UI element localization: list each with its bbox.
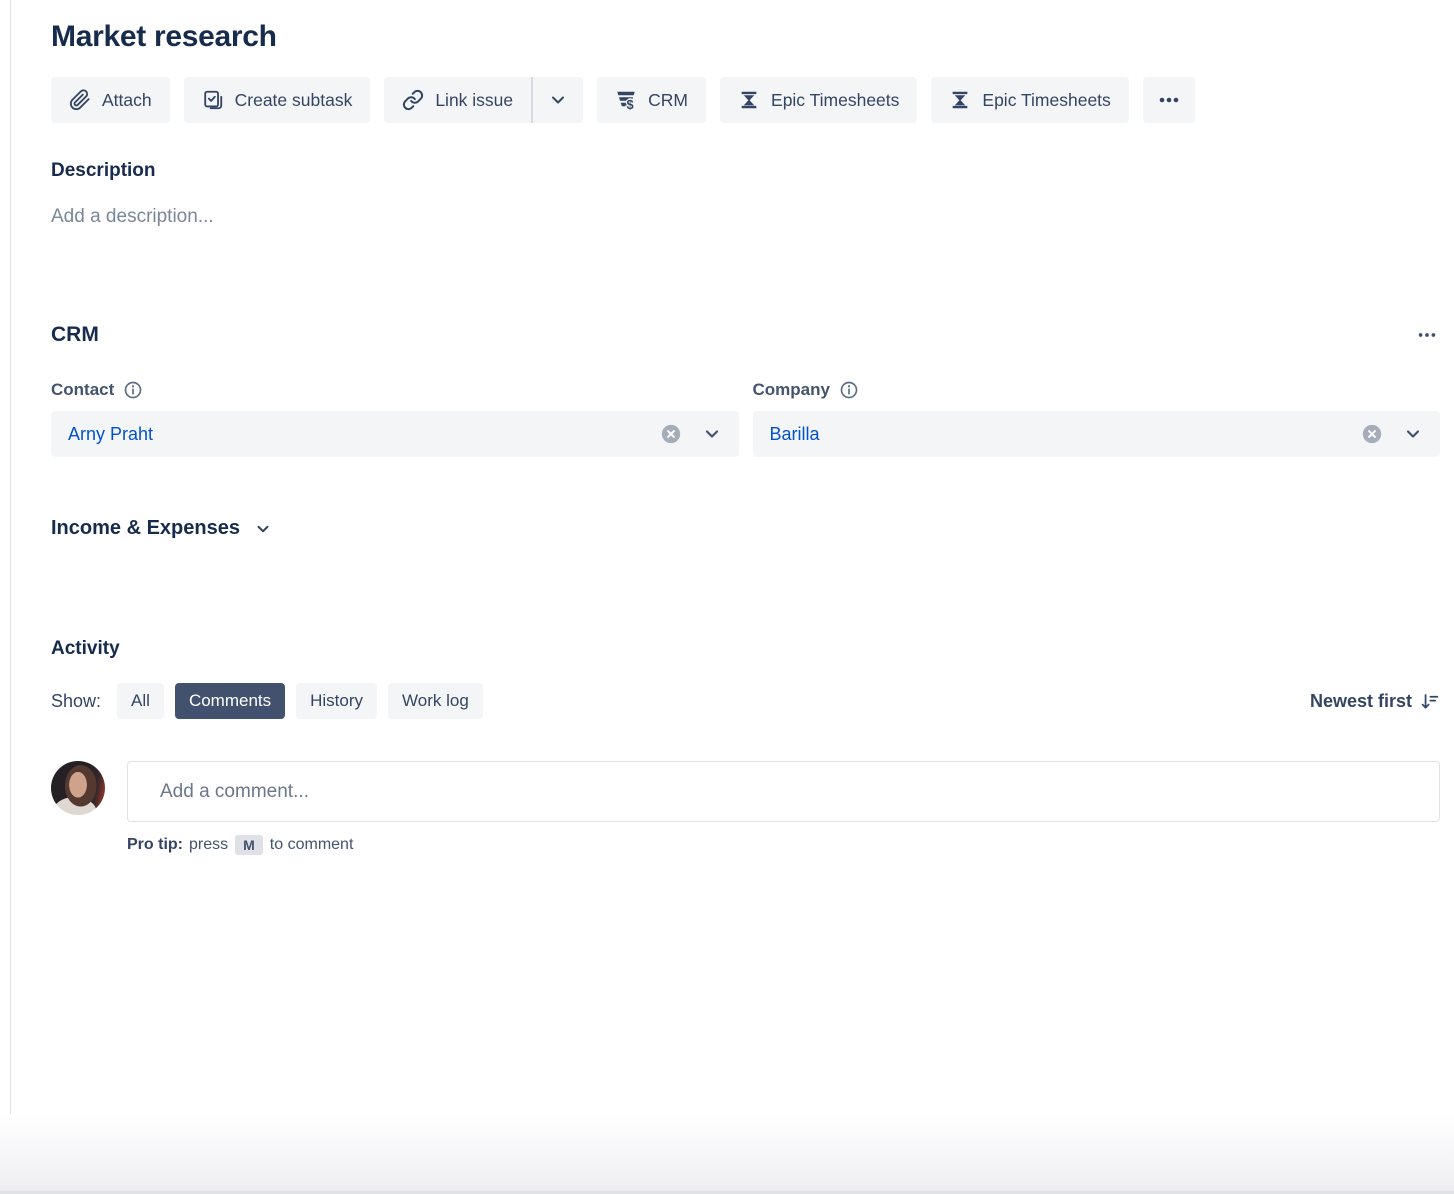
info-icon[interactable] (123, 380, 143, 400)
crm-section-heading: CRM (51, 323, 99, 347)
chevron-down-icon[interactable] (1403, 424, 1423, 444)
company-clear-icon[interactable] (1361, 423, 1383, 445)
epic-timesheets-button-1[interactable]: Epic Timesheets (720, 77, 917, 123)
hourglass-icon (738, 89, 760, 111)
chevron-down-icon (254, 520, 272, 538)
attach-button[interactable]: Attach (51, 77, 170, 123)
link-issue-button-label: Link issue (435, 90, 513, 111)
create-subtask-button[interactable]: Create subtask (184, 77, 371, 123)
user-avatar[interactable] (51, 761, 105, 815)
company-field: Company Barilla (753, 380, 1441, 457)
comment-input[interactable] (127, 761, 1440, 822)
company-field-label-row: Company (753, 380, 1441, 400)
income-expenses-toggle[interactable]: Income & Expenses (51, 517, 272, 540)
filter-history-button[interactable]: History (296, 683, 377, 719)
income-expenses-heading: Income & Expenses (51, 517, 240, 540)
toolbar-more-button[interactable] (1143, 77, 1195, 123)
epic-timesheets-button-2-label: Epic Timesheets (982, 90, 1110, 111)
create-subtask-button-label: Create subtask (235, 90, 353, 111)
sort-order-label: Newest first (1310, 691, 1412, 712)
crm-section-header: CRM (51, 322, 1440, 348)
sort-descending-icon (1419, 691, 1440, 712)
attach-button-label: Attach (102, 90, 152, 111)
pro-tip: Pro tip: press M to comment (127, 835, 1440, 855)
activity-heading: Activity (51, 638, 1440, 660)
epic-timesheets-button-1-label: Epic Timesheets (771, 90, 899, 111)
link-issue-split-button: Link issue (384, 77, 583, 123)
issue-title[interactable]: Market research (51, 20, 1440, 54)
activity-filter-row: Show: All Comments History Work log Newe… (51, 683, 1440, 719)
pro-tip-press: press (189, 836, 228, 854)
pro-tip-bold: Pro tip: (127, 836, 183, 854)
link-issue-dropdown-button[interactable] (533, 77, 583, 123)
issue-view: Market research Attach Create subtask (0, 0, 1454, 1194)
issue-toolbar: Attach Create subtask Link issue (51, 77, 1440, 123)
show-label: Show: (51, 691, 101, 712)
chevron-down-icon[interactable] (702, 424, 722, 444)
crm-fields-row: Contact Arny Praht Compa (51, 380, 1440, 457)
contact-select[interactable]: Arny Praht (51, 411, 739, 457)
chevron-down-icon (548, 90, 568, 110)
company-field-label: Company (753, 380, 830, 400)
hourglass-icon (949, 89, 971, 111)
issue-content: Market research Attach Create subtask (0, 20, 1454, 855)
contact-clear-icon[interactable] (660, 423, 682, 445)
subtask-icon (202, 89, 224, 111)
filter-comments-button[interactable]: Comments (175, 683, 285, 719)
link-icon (402, 89, 424, 111)
bottom-fade-strip (0, 1114, 1454, 1194)
link-issue-button[interactable]: Link issue (384, 77, 531, 123)
svg-text:$: $ (627, 97, 634, 111)
contact-field-label-row: Contact (51, 380, 739, 400)
filter-worklog-button[interactable]: Work log (388, 683, 483, 719)
crm-button-label: CRM (648, 90, 688, 111)
epic-timesheets-button-2[interactable]: Epic Timesheets (931, 77, 1128, 123)
contact-field: Contact Arny Praht (51, 380, 739, 457)
sort-order-button[interactable]: Newest first (1310, 691, 1440, 712)
ellipsis-icon (1416, 324, 1438, 346)
filter-all-button[interactable]: All (117, 683, 164, 719)
description-placeholder[interactable]: Add a description... (51, 206, 1440, 228)
pro-tip-key: M (235, 835, 263, 855)
crm-section-more-button[interactable] (1414, 322, 1440, 348)
pro-tip-suffix: to comment (270, 836, 354, 854)
comment-row (51, 761, 1440, 822)
info-icon[interactable] (839, 380, 859, 400)
contact-field-label: Contact (51, 380, 114, 400)
company-select-value: Barilla (770, 424, 1362, 445)
paperclip-icon (69, 89, 91, 111)
crm-button[interactable]: $ CRM (597, 77, 706, 123)
crm-funnel-dollar-icon: $ (615, 89, 637, 111)
description-heading: Description (51, 160, 1440, 182)
contact-select-value: Arny Praht (68, 424, 660, 445)
company-select[interactable]: Barilla (753, 411, 1441, 457)
ellipsis-icon (1157, 88, 1181, 112)
